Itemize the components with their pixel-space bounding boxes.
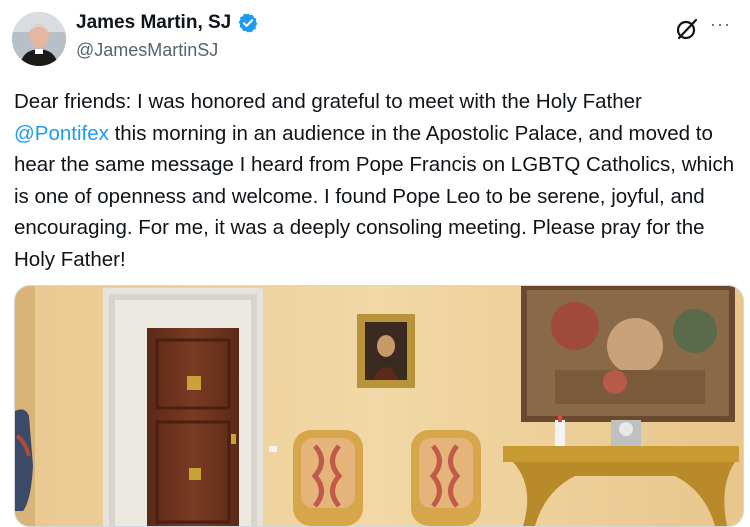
tweet-text: Dear friends: I was honored and grateful…: [14, 86, 740, 275]
author-display-name[interactable]: James Martin, SJ: [76, 12, 231, 34]
avatar[interactable]: [12, 12, 66, 66]
author-name-row[interactable]: James Martin, SJ: [76, 12, 259, 34]
tweet-text-part-2: this morning in an audience in the Apost…: [14, 121, 735, 271]
chair-right: [411, 430, 481, 526]
grok-icon[interactable]: [674, 16, 700, 42]
more-options-icon[interactable]: ···: [710, 14, 731, 35]
palace-room-photo: [15, 286, 743, 526]
chair-left: [293, 430, 363, 526]
tweet-text-part-1: Dear friends: I was honored and grateful…: [14, 90, 642, 113]
author-handle[interactable]: @JamesMartinSJ: [76, 40, 218, 61]
verified-badge-icon: [238, 13, 258, 33]
tweet-media-image[interactable]: [14, 285, 744, 527]
avatar-portrait: [12, 12, 66, 66]
mention-link[interactable]: @Pontifex: [14, 122, 109, 145]
